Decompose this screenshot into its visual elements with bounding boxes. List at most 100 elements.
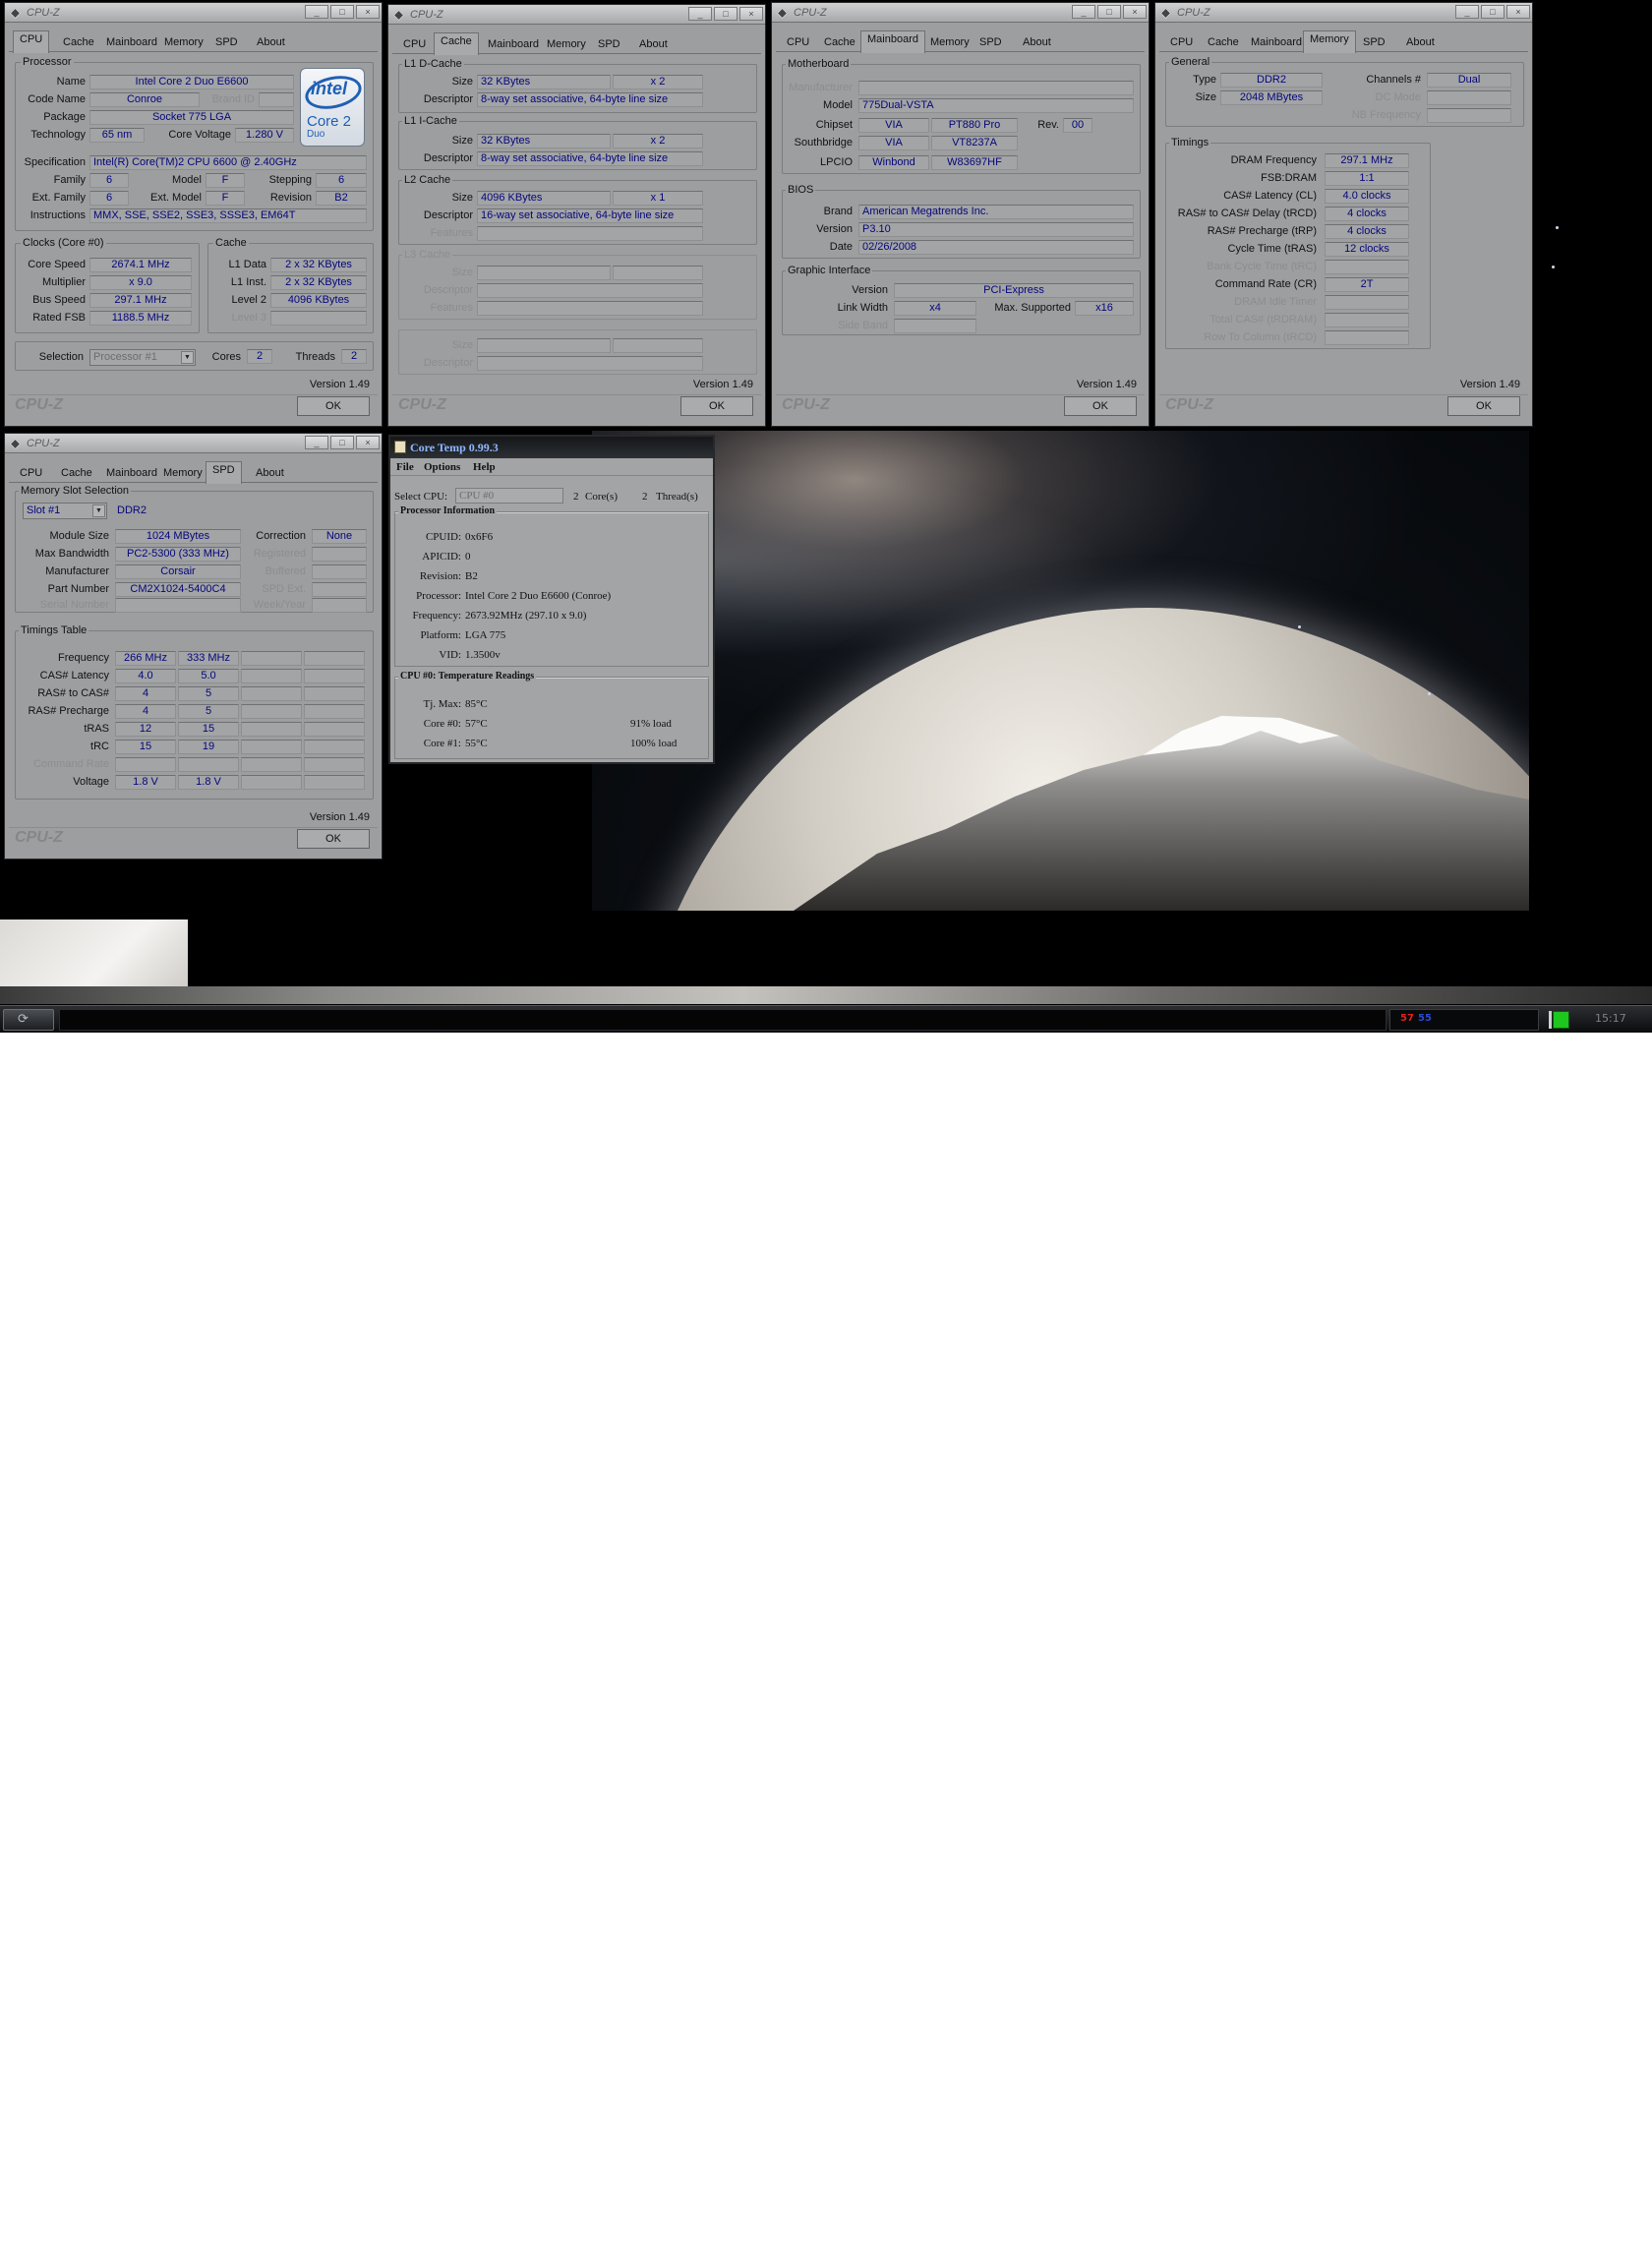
info-value: 0x6F6 [465,531,494,543]
footer: CPU-Z OK [776,394,1145,422]
minimize-button[interactable]: _ [1072,5,1095,19]
tab-about[interactable]: About [1016,33,1058,52]
tab-memory[interactable]: Memory [157,33,210,52]
window-title: Core Temp 0.99.3 [410,441,499,454]
tab-spd[interactable]: SPD [1356,33,1392,52]
title-bar[interactable]: CPU-Z _ □ × [772,3,1149,23]
tab-mainboard[interactable]: Mainboard [99,464,164,483]
close-button[interactable]: × [739,7,763,21]
tab-spd[interactable]: SPD [206,461,242,484]
field-label: Link Width [837,302,888,314]
taskbar-buttons-area[interactable] [59,1009,1386,1031]
tab-spd[interactable]: SPD [208,33,245,52]
field-label: Descriptor [423,209,473,221]
tab-about[interactable]: About [249,464,291,483]
maximize-button[interactable]: □ [330,436,354,449]
memory-size-value: 2048 MBytes [1220,90,1323,105]
title-bar[interactable]: CPU-Z _ □ × [388,5,765,25]
tab-spd[interactable]: SPD [591,35,627,54]
field-label: L1 Inst. [230,276,266,288]
table-cell [241,651,302,666]
minimize-button[interactable]: _ [305,436,328,449]
field-label: Instructions [30,209,86,221]
stepping-value: 6 [316,173,367,188]
ok-button[interactable]: OK [680,396,753,416]
star [1298,625,1301,628]
tray-temp-core0[interactable]: 57 [1400,1013,1414,1024]
menu-file[interactable]: File [396,461,414,473]
processor-select[interactable]: Processor #1 ▼ [89,349,196,366]
ok-button[interactable]: OK [297,829,370,849]
tab-about[interactable]: About [632,35,675,54]
field-label: Features [430,302,473,314]
table-cell: 5 [178,686,239,701]
ok-button[interactable]: OK [297,396,370,416]
cpuz-memory-window: CPU-Z _ □ × CPU Cache Mainboard Memory S… [1154,2,1533,427]
core1-temp: 55°C [465,738,488,749]
chipset-rev-value: 00 [1063,118,1092,133]
model-value: 775Dual-VSTA [858,98,1134,113]
slot-select[interactable]: Slot #1 ▼ [23,503,107,519]
tab-memory[interactable]: Memory [1303,30,1356,53]
minimize-button[interactable]: _ [305,5,328,19]
tab-about[interactable]: About [1399,33,1442,52]
ok-button[interactable]: OK [1447,396,1520,416]
tab-cpu[interactable]: CPU [13,464,49,483]
tab-cache[interactable]: Cache [1201,33,1246,52]
tab-mainboard[interactable]: Mainboard [99,33,164,52]
desktop: CPU-Z _ □ × CPU Cache Mainboard Memory S… [0,0,1652,1033]
tray-temp-core1[interactable]: 55 [1418,1013,1432,1024]
cpuz-brand-mark: CPU-Z [15,396,63,413]
wallpaper-strip [0,986,1652,1004]
start-button[interactable]: ⟳ [3,1009,54,1031]
title-bar[interactable]: CPU-Z _ □ × [1155,3,1532,23]
tab-cache[interactable]: Cache [56,33,101,52]
tab-cpu[interactable]: CPU [1163,33,1200,52]
title-bar[interactable]: CPU-Z _ □ × [5,434,382,453]
field-label: Size [451,339,473,351]
field-label: Size [451,135,473,147]
minimize-button[interactable]: _ [1455,5,1479,19]
title-bar[interactable]: CPU-Z _ □ × [5,3,382,23]
close-button[interactable]: × [1506,5,1530,19]
close-button[interactable]: × [356,436,380,449]
footer: CPU-Z OK [9,827,378,855]
start-orb-icon: ⟳ [18,1012,29,1027]
maximize-button[interactable]: □ [1097,5,1121,19]
threads-value: 2 [341,349,367,364]
tab-mainboard[interactable]: Mainboard [481,35,546,54]
tab-cache[interactable]: Cache [434,32,479,55]
tab-cache[interactable]: Cache [54,464,99,483]
menu-options[interactable]: Options [424,461,460,473]
tab-mainboard[interactable]: Mainboard [1244,33,1309,52]
tab-cpu[interactable]: CPU [396,35,433,54]
l1-inst-value: 2 x 32 KBytes [270,275,367,290]
tjmax-value: 85°C [465,698,488,710]
maximize-button[interactable]: □ [714,7,738,21]
tab-spd[interactable]: SPD [973,33,1009,52]
tray-monitor-icon[interactable] [1553,1011,1569,1029]
tab-mainboard[interactable]: Mainboard [860,30,925,53]
tab-memory[interactable]: Memory [540,35,593,54]
tab-memory[interactable]: Memory [156,464,209,483]
field-label: Level 2 [231,294,266,306]
cpu-select[interactable]: CPU #0 [455,488,563,504]
bios-version-value: P3.10 [858,222,1134,237]
tab-cpu[interactable]: CPU [13,30,50,53]
menu-help[interactable]: Help [473,461,496,473]
minimize-button[interactable]: _ [688,7,712,21]
table-cell [304,651,365,666]
tab-cpu[interactable]: CPU [780,33,816,52]
tab-memory[interactable]: Memory [923,33,976,52]
maximize-button[interactable]: □ [330,5,354,19]
field-label: Max. Supported [994,302,1071,314]
tab-cache[interactable]: Cache [817,33,862,52]
title-bar[interactable]: Core Temp 0.99.3 [390,437,713,458]
maximize-button[interactable]: □ [1481,5,1504,19]
ok-button[interactable]: OK [1064,396,1137,416]
field-label: Level 3 [231,312,266,324]
close-button[interactable]: × [356,5,380,19]
close-button[interactable]: × [1123,5,1147,19]
clock[interactable]: 15:17 [1595,1012,1626,1025]
tab-about[interactable]: About [250,33,292,52]
